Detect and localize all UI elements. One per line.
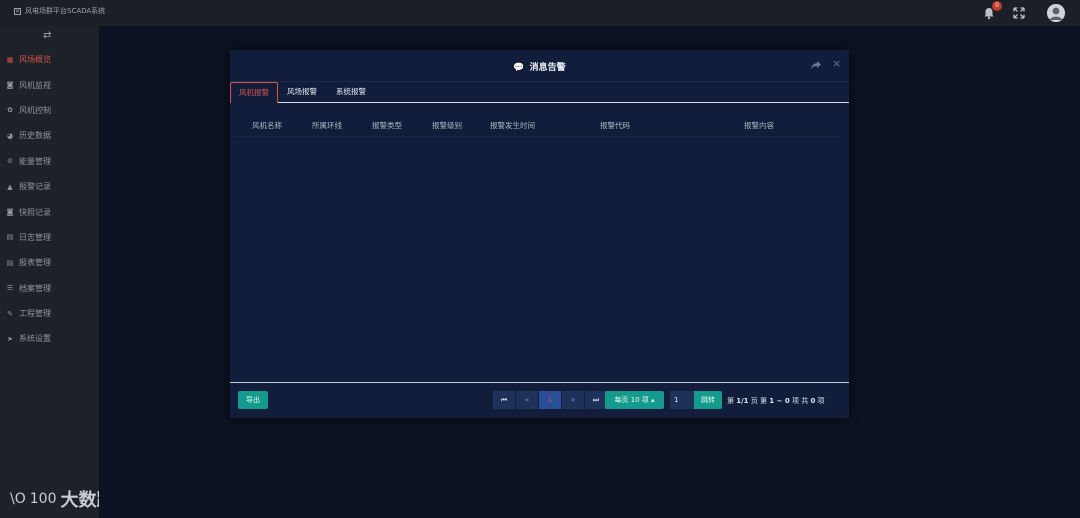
wrench-icon: ✎ xyxy=(7,309,13,318)
column-header[interactable]: 报警代码 xyxy=(600,120,630,131)
sidebar-item-project-management[interactable]: ✎ 工程管理 xyxy=(0,301,99,326)
column-header[interactable]: 报警发生时间 xyxy=(490,120,535,131)
page-info-value: 1/1 xyxy=(736,397,749,405)
sidebar-item-label: 风机控制 xyxy=(19,105,51,115)
alarm-tabs: 风机报警 风场报警 系统报警 xyxy=(230,82,849,103)
next-page-button[interactable]: » xyxy=(562,391,585,409)
sidebar-item-label: 报警记录 xyxy=(19,182,51,192)
modal-title-text: 消息告警 xyxy=(529,63,566,73)
top-bar: ✕ 风电场群平台SCADA系统 0 xyxy=(0,0,1080,26)
sidebar: ⇄ ▦ 风场概览 ◙ 风机监视 ✿ 风机控制 ◕ 历史数据 ⊘ 能量管理 ▲ 报… xyxy=(0,26,99,518)
goto-page-button[interactable]: 跳转 xyxy=(694,391,722,409)
page-info-text: 页 第 xyxy=(750,397,768,405)
alarm-table-header: 风机名称 所属环线 报警类型 报警级别 报警发生时间 报警代码 报警内容 xyxy=(238,112,841,137)
page-info-value: 0 xyxy=(810,397,816,405)
gear-icon: ✿ xyxy=(7,106,13,115)
grid-icon: ▦ xyxy=(6,55,14,64)
sidebar-item-label: 能量管理 xyxy=(19,156,51,166)
sidebar-item-label: 档案管理 xyxy=(19,283,51,293)
column-header[interactable]: 报警内容 xyxy=(744,120,774,131)
user-avatar[interactable] xyxy=(1047,4,1065,22)
column-header[interactable]: 所属环线 xyxy=(312,120,342,131)
first-page-button[interactable]: ⏮ xyxy=(493,391,516,409)
sidebar-toggle-icon[interactable]: ⇄ xyxy=(43,30,51,41)
page-info-text: 项 xyxy=(817,397,825,405)
sidebar-item-label: 快照记录 xyxy=(19,207,51,217)
goto-page-input[interactable]: 1 xyxy=(670,391,694,409)
app-title-text: 风电场群平台SCADA系统 xyxy=(25,7,106,15)
sidebar-item-label: 历史数据 xyxy=(19,131,51,141)
tab-wind-farm-alarm[interactable]: 风场报警 xyxy=(279,82,325,102)
sidebar-item-wind-farm-overview[interactable]: ▦ 风场概览 xyxy=(0,47,99,72)
sidebar-item-snapshot-records[interactable]: ◙ 快照记录 xyxy=(0,199,99,224)
brand-logo-number: 100 xyxy=(29,491,57,507)
page-info-text: 项 共 xyxy=(791,397,809,405)
sidebar-item-label: 风机监视 xyxy=(19,80,51,90)
sidebar-item-label: 风场概览 xyxy=(19,55,51,65)
prev-page-button[interactable]: « xyxy=(516,391,539,409)
sidebar-item-label: 系统设置 xyxy=(19,334,51,344)
page-info-text: 第 xyxy=(727,397,734,405)
share-icon[interactable] xyxy=(810,59,822,71)
close-icon[interactable]: × xyxy=(832,57,841,70)
bell-icon: ▲ xyxy=(7,182,13,191)
camera-icon: ◙ xyxy=(6,208,14,217)
sidebar-item-log-management[interactable]: ▤ 日志管理 xyxy=(0,225,99,250)
chat-icon: 💬 xyxy=(513,63,525,73)
sidebar-item-alarm-records[interactable]: ▲ 报警记录 xyxy=(0,174,99,199)
list-icon: ☰ xyxy=(6,284,14,293)
sidebar-item-archive-management[interactable]: ☰ 档案管理 xyxy=(0,276,99,301)
camera-icon: ◙ xyxy=(6,81,14,90)
sidebar-nav: ▦ 风场概览 ◙ 风机监视 ✿ 风机控制 ◕ 历史数据 ⊘ 能量管理 ▲ 报警记… xyxy=(0,47,99,352)
file-icon: ▤ xyxy=(6,233,14,242)
sidebar-item-label: 工程管理 xyxy=(19,309,51,319)
fullscreen-icon[interactable] xyxy=(1013,7,1025,19)
modal-header: 💬 消息告警 × xyxy=(230,50,849,82)
export-button[interactable]: 导出 xyxy=(238,391,268,409)
alarm-modal: 💬 消息告警 × 风机报警 风场报警 系统报警 风机名称 所属环线 报警类型 报… xyxy=(230,50,849,418)
footer-divider xyxy=(230,382,849,383)
app-logo-icon: ✕ xyxy=(14,7,21,15)
sidebar-item-history-data[interactable]: ◕ 历史数据 xyxy=(0,123,99,148)
tab-turbine-alarm[interactable]: 风机报警 xyxy=(230,82,278,103)
per-page-select[interactable]: 每页 10 项 ▴ xyxy=(605,391,664,409)
column-header[interactable]: 风机名称 xyxy=(252,120,282,131)
brand-logo-mark: \O xyxy=(10,491,26,507)
page-info-value: 1 ~ 0 xyxy=(769,397,790,405)
notification-badge: 0 xyxy=(992,1,1002,11)
page-info: 第 1/1 页 第 1 ~ 0 项 共 0 项 xyxy=(727,396,825,406)
pie-chart-icon: ◕ xyxy=(6,131,14,140)
app-title: ✕ 风电场群平台SCADA系统 xyxy=(14,6,105,16)
send-icon: ➤ xyxy=(7,334,13,343)
current-page-button[interactable]: 1 xyxy=(539,391,562,409)
column-header[interactable]: 报警类型 xyxy=(372,120,402,131)
table-icon: ▤ xyxy=(6,258,14,267)
sidebar-item-turbine-monitor[interactable]: ◙ 风机监视 xyxy=(0,72,99,97)
modal-title: 💬 消息告警 xyxy=(230,60,849,73)
sidebar-item-report-management[interactable]: ▤ 报表管理 xyxy=(0,250,99,275)
tab-system-alarm[interactable]: 系统报警 xyxy=(328,82,374,102)
sidebar-item-system-settings[interactable]: ➤ 系统设置 xyxy=(0,326,99,351)
sidebar-item-turbine-control[interactable]: ✿ 风机控制 xyxy=(0,98,99,123)
column-header[interactable]: 报警级别 xyxy=(432,120,462,131)
sidebar-item-label: 报表管理 xyxy=(19,258,51,268)
sidebar-item-label: 日志管理 xyxy=(19,232,51,242)
sidebar-item-energy-management[interactable]: ⊘ 能量管理 xyxy=(0,149,99,174)
pagination: ⏮ « 1 » ⏭ xyxy=(493,391,608,409)
no-icon: ⊘ xyxy=(7,157,13,166)
